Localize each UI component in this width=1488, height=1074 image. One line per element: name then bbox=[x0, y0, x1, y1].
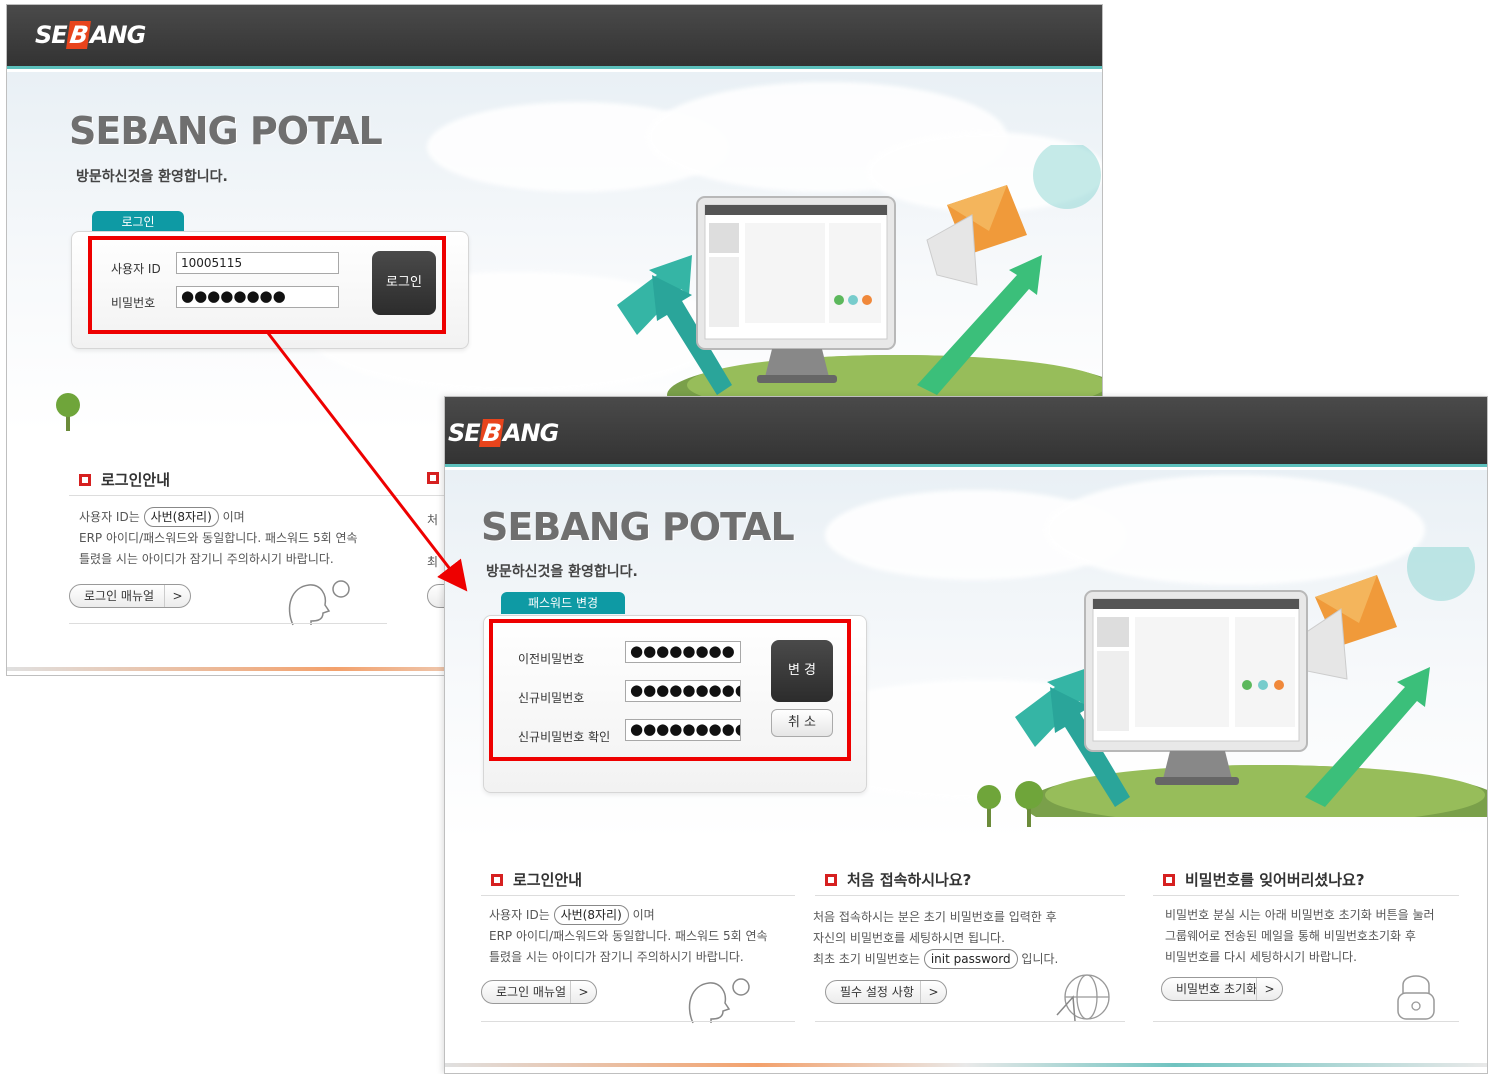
login-guide-text: 사용자 ID는 사번(8자리) 이며 ERP 아이디/패스워드와 동일합니다. … bbox=[489, 905, 768, 968]
sebang-logo[interactable]: SEBANG bbox=[35, 21, 146, 49]
globe-cursor-icon bbox=[1053, 971, 1113, 1027]
section-bottom-line bbox=[1153, 1021, 1459, 1022]
forgot-password-title: 비밀번호를 잊어버리셨나요? bbox=[1163, 869, 1365, 890]
login-manual-button[interactable]: 로그인 매뉴얼 > bbox=[481, 980, 597, 1004]
first-access-text: 처음 접속하시는 분은 초기 비밀번호를 입력한 후 자신의 비밀번호를 세팅하… bbox=[813, 907, 1058, 970]
chevron-right-icon: > bbox=[1256, 978, 1282, 1000]
tab-password-change[interactable]: 패스워드 변경 bbox=[501, 592, 625, 614]
welcome-text: 방문하신것을 환영합니다. bbox=[76, 169, 228, 185]
padlock-icon bbox=[1393, 969, 1439, 1025]
login-manual-button[interactable]: 로그인 매뉴얼 > bbox=[69, 584, 191, 608]
section-bottom-line bbox=[815, 1021, 1125, 1022]
login-guide-text: 사용자 ID는 사번(8자리) 이며 ERP 아이디/패스워드와 동일합니다. … bbox=[79, 507, 358, 570]
login-guide-title: 로그인안내 bbox=[491, 869, 582, 890]
tab-login[interactable]: 로그인 bbox=[92, 211, 184, 233]
password-change-highlight-box bbox=[489, 619, 851, 761]
monitor-illustration bbox=[1015, 547, 1487, 817]
section-divider bbox=[481, 895, 795, 896]
section-divider bbox=[815, 895, 1125, 896]
top-bar: SEBANG bbox=[445, 397, 1487, 467]
chevron-right-icon: > bbox=[164, 585, 190, 607]
sebang-logo[interactable]: SEBANG bbox=[448, 419, 559, 447]
reset-password-button[interactable]: 비밀번호 초기화 > bbox=[1161, 977, 1283, 1001]
first-access-title: 처음 접속하시나요? bbox=[825, 869, 971, 890]
section-divider bbox=[1153, 895, 1459, 896]
required-settings-button[interactable]: 필수 설정 사항 > bbox=[825, 980, 947, 1004]
login-guide-title: 로그인안내 bbox=[79, 469, 170, 490]
welcome-text: 방문하신것을 환영합니다. bbox=[486, 564, 638, 580]
partial-guide-text: 처 최 bbox=[427, 513, 439, 569]
login-highlight-box bbox=[88, 236, 446, 334]
top-bar: SEBANG bbox=[7, 5, 1102, 69]
section-bottom-line bbox=[481, 1021, 795, 1022]
portal-title: SEBANG POTAL bbox=[69, 109, 383, 153]
section-bottom-line bbox=[69, 623, 387, 624]
forgot-password-text: 비밀번호 분실 시는 아래 비밀번호 초기화 버튼을 눌러 그룹웨어로 전송된 … bbox=[1165, 908, 1435, 964]
chevron-right-icon: > bbox=[920, 981, 946, 1003]
tree-icon bbox=[975, 781, 1045, 835]
portal-title: SEBANG POTAL bbox=[481, 505, 795, 549]
footer-strip bbox=[445, 1063, 1487, 1067]
password-change-screen: SEBANG SEBANG POTAL 방문하신것을 환영합니다. 패스워드 변… bbox=[444, 396, 1488, 1074]
monitor-illustration bbox=[617, 145, 1102, 405]
section-divider bbox=[69, 495, 447, 496]
tree-icon bbox=[54, 389, 84, 439]
chevron-right-icon: > bbox=[570, 981, 596, 1003]
